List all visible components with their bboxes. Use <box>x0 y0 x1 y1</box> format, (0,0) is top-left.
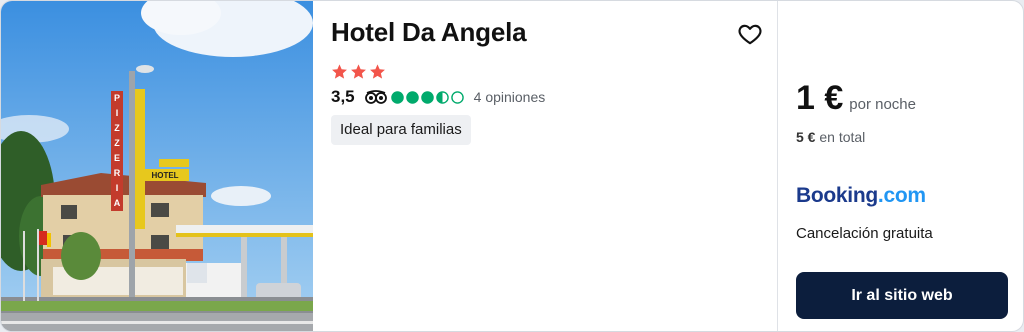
sign-hotel-text: HOTEL <box>151 171 178 180</box>
rating-bubble-full-icon <box>390 90 404 104</box>
sign-pizzeria-letter: P <box>114 93 120 103</box>
deal-panel: 1 € por noche 5 € en total Booking.com C… <box>778 1 1023 331</box>
star-icon <box>332 64 347 79</box>
hotel-info: Hotel Da Angela 3,5 4 opiniones Ideal pa… <box>313 1 777 331</box>
rating-bubble-half-icon <box>435 90 449 104</box>
view-deal-button[interactable]: Ir al sitio web <box>796 272 1008 319</box>
rating-bubble-full-icon <box>405 90 419 104</box>
rating-bubble-full-icon <box>420 90 434 104</box>
review-count-link[interactable]: 4 opiniones <box>474 89 546 105</box>
heart-outline-icon[interactable] <box>737 21 763 47</box>
hotel-result-card[interactable]: P I Z Z E R I A HOTEL Hotel Da Angela 3,… <box>0 0 1024 332</box>
star-icon <box>370 64 385 79</box>
total-price: 5 € en total <box>796 129 865 145</box>
rating-row: 3,5 4 opiniones <box>331 87 545 107</box>
svg-text:I: I <box>116 108 119 118</box>
hotel-name[interactable]: Hotel Da Angela <box>331 17 527 48</box>
hotel-photo-image: P I Z Z E R I A HOTEL <box>1 1 313 331</box>
total-price-label: en total <box>819 129 866 145</box>
star-icon <box>351 64 366 79</box>
rating-bubble-empty-icon <box>450 90 464 104</box>
hotel-photo[interactable]: P I Z Z E R I A HOTEL <box>1 1 313 331</box>
price-per-night: 1 € <box>796 79 844 117</box>
tripadvisor-owl-icon <box>364 90 387 104</box>
price-row: 1 € por noche <box>796 79 916 118</box>
svg-text:I: I <box>116 183 119 193</box>
cancellation-policy: Cancelación gratuita <box>796 225 933 242</box>
svg-text:Z: Z <box>114 123 120 133</box>
amenity-tag: Ideal para familias <box>331 115 471 145</box>
svg-text:E: E <box>114 153 120 163</box>
rating-bubbles <box>390 90 464 104</box>
rating-score: 3,5 <box>331 87 355 106</box>
svg-text:A: A <box>114 198 121 208</box>
svg-text:Z: Z <box>114 138 120 148</box>
provider-logo[interactable]: Booking.com <box>796 184 926 208</box>
total-price-value: 5 € <box>796 129 816 145</box>
price-unit: por noche <box>849 96 916 113</box>
svg-text:R: R <box>114 168 121 178</box>
hotel-star-rating <box>331 63 386 81</box>
